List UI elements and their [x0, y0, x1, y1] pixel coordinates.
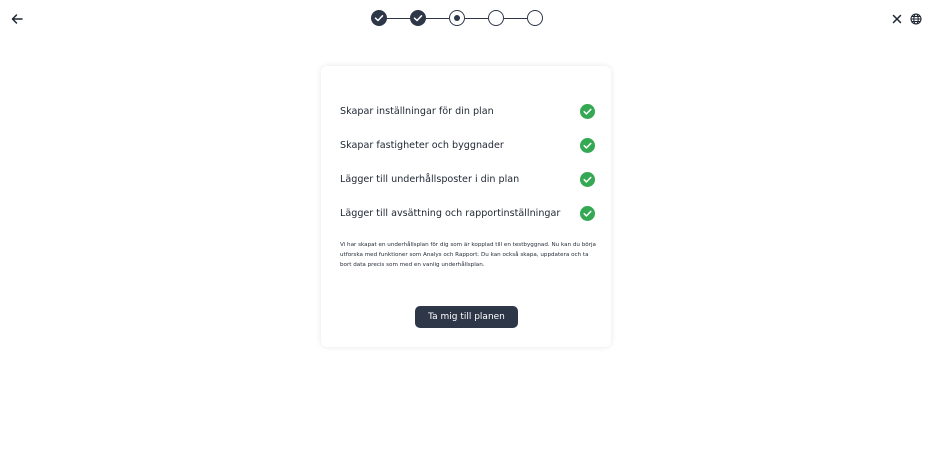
step-2-complete	[410, 10, 426, 26]
task-label: Lägger till avsättning och rapportinstäl…	[340, 208, 561, 219]
task-row: Lägger till avsättning och rapportinstäl…	[340, 206, 595, 222]
go-to-plan-button[interactable]: Ta mig till planen	[415, 306, 518, 328]
check-circle-icon	[580, 172, 595, 187]
checkmark-icon	[374, 15, 384, 22]
top-bar	[0, 0, 933, 36]
info-text: Vi har skapat en underhållsplan för dig …	[340, 242, 596, 268]
close-button[interactable]	[890, 11, 904, 25]
task-row: Lägger till underhållsposter i din plan	[340, 172, 595, 188]
step-4-pending	[488, 10, 504, 26]
task-row: Skapar fastigheter och byggnader	[340, 138, 595, 154]
arrow-left-icon	[11, 14, 23, 24]
step-connector	[387, 17, 410, 19]
step-connector	[426, 17, 449, 19]
language-button[interactable]	[909, 11, 923, 25]
check-circle-icon	[580, 104, 595, 119]
step-connector	[504, 17, 527, 19]
step-3-current	[449, 10, 465, 26]
step-connector	[465, 17, 488, 19]
check-circle-icon	[580, 206, 595, 221]
task-label: Skapar fastigheter och byggnader	[340, 140, 504, 151]
step-1-complete	[371, 10, 387, 26]
task-label: Skapar inställningar för din plan	[340, 106, 494, 117]
close-icon	[892, 14, 902, 24]
back-button[interactable]	[10, 11, 24, 25]
current-step-dot	[454, 15, 460, 21]
progress-stepper	[371, 10, 543, 26]
task-row: Skapar inställningar för din plan	[340, 104, 595, 120]
setup-progress-card: Skapar inställningar för din plan Skapar…	[321, 66, 611, 347]
globe-icon	[910, 13, 922, 25]
step-5-pending	[527, 10, 543, 26]
checkmark-icon	[413, 15, 423, 22]
check-circle-icon	[580, 138, 595, 153]
task-label: Lägger till underhållsposter i din plan	[340, 174, 520, 185]
